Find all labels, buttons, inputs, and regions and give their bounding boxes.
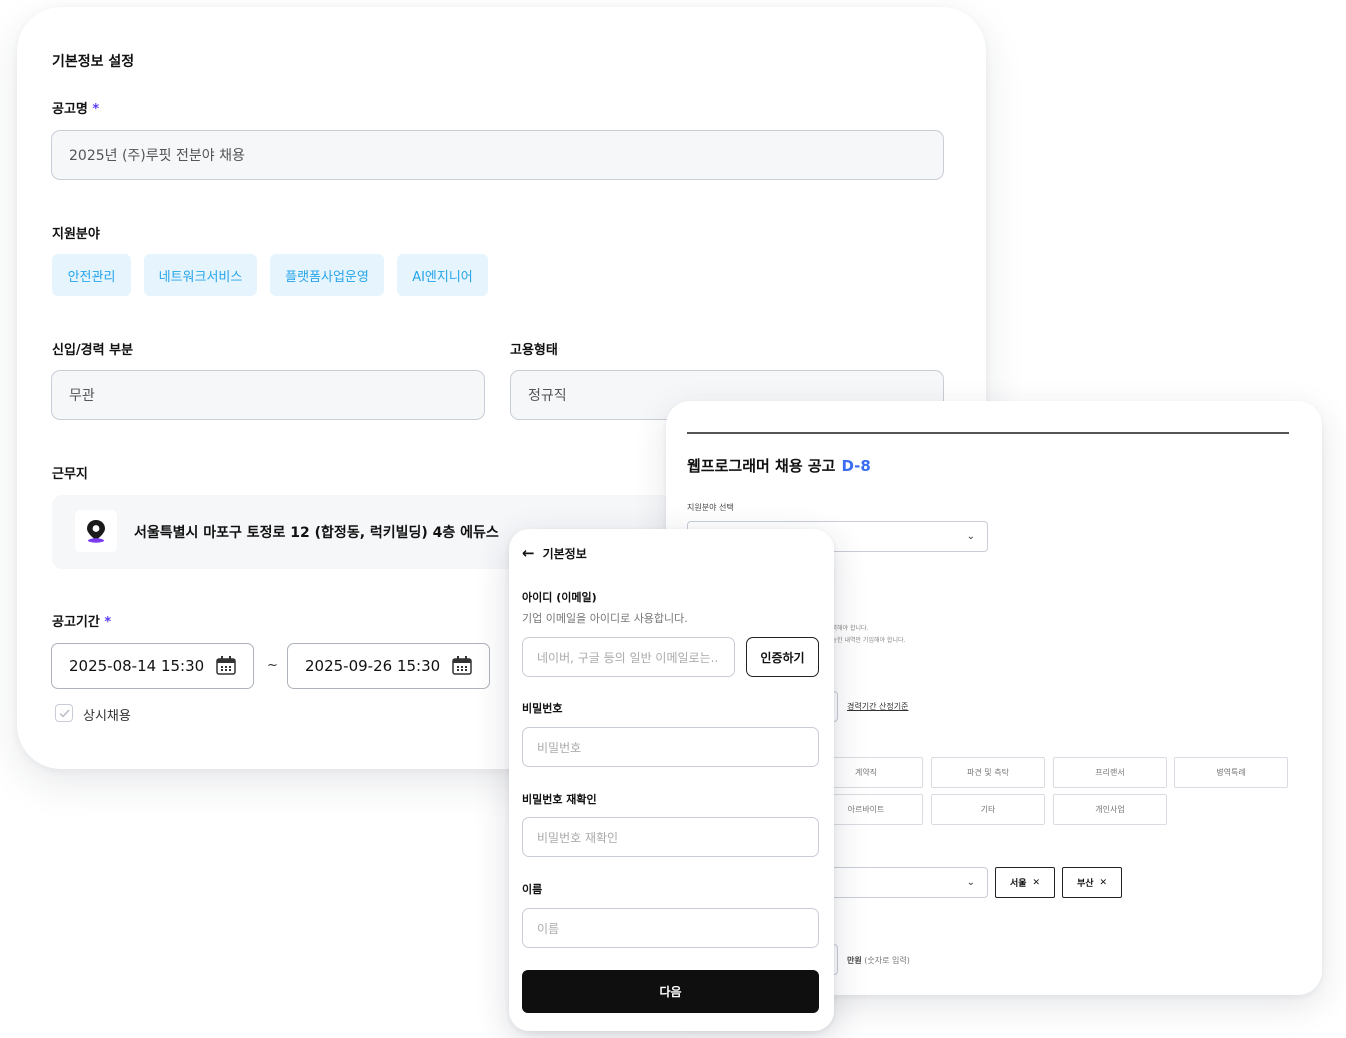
name-placeholder: 이름: [537, 921, 560, 936]
field-chip-ai[interactable]: AI엔지니어: [397, 254, 488, 296]
location-address: 서울특별시 마포구 토정로 12 (합정동, 럭키빌딩) 4층 에듀스: [134, 525, 499, 541]
employment-type-tile[interactable]: 개인사업: [1053, 794, 1167, 825]
end-date-value: 2025-09-26 15:30: [305, 657, 441, 675]
arrow-left-icon[interactable]: ←: [522, 544, 535, 562]
region-tag-label: 서울: [1009, 879, 1027, 889]
title-rule: [687, 432, 1289, 434]
period-label-text: 공고기간: [52, 615, 100, 630]
email-placeholder: 네이버, 구글 등의 일반 이메일로는..: [537, 650, 719, 665]
password-label: 비밀번호: [522, 702, 563, 715]
career-select[interactable]: 무관: [51, 370, 485, 420]
posting-name-value: 2025년 (주)루핏 전분야 채용: [69, 148, 245, 164]
period-label: 공고기간 *: [52, 611, 111, 630]
field-select-label: 지원분야 선택: [687, 503, 734, 512]
posting-name-input[interactable]: 2025년 (주)루핏 전분야 채용: [51, 130, 944, 180]
section-title: 기본정보 설정: [52, 54, 135, 70]
chevron-down-icon: ⌄: [966, 531, 975, 542]
location-label: 근무지: [52, 467, 88, 482]
employment-type-tile[interactable]: 프리랜서: [1053, 757, 1167, 788]
password-confirm-label: 비밀번호 재확인: [522, 793, 597, 806]
employment-label: 고용형태: [510, 343, 558, 358]
employment-value: 정규직: [528, 388, 567, 404]
calendar-icon[interactable]: [452, 656, 472, 676]
employment-type-tile[interactable]: 파견 및 측탁: [931, 757, 1045, 788]
field-chip-network[interactable]: 네트워크서비스: [144, 254, 257, 296]
always-hiring-checkbox[interactable]: [55, 704, 73, 722]
salary-hint: (숫자로 입력): [864, 956, 910, 965]
employment-type-tile[interactable]: 기타: [931, 794, 1045, 825]
required-mark: *: [104, 615, 112, 630]
region-tag-label: 부산: [1076, 879, 1094, 889]
verify-button[interactable]: 인증하기: [746, 637, 819, 677]
id-label: 아이디 (이메일): [522, 591, 597, 604]
career-criteria-link[interactable]: 경력기간 산정기준: [847, 701, 908, 712]
end-date-input[interactable]: 2025-09-26 15:30: [287, 643, 490, 689]
date-separator: ~: [267, 658, 278, 673]
required-mark: *: [92, 102, 100, 117]
name-label: 이름: [522, 883, 543, 896]
salary-unit-text: 만원: [847, 956, 862, 965]
posting-name-label-text: 공고명: [52, 102, 88, 117]
always-hiring-label: 상시채용: [83, 709, 131, 724]
start-date-input[interactable]: 2025-08-14 15:30: [51, 643, 254, 689]
field-chip-safety[interactable]: 안전관리: [52, 254, 131, 296]
name-field[interactable]: 이름: [522, 908, 819, 948]
calendar-icon[interactable]: [216, 656, 236, 676]
close-icon[interactable]: ✕: [1100, 878, 1108, 888]
map-pin-icon: [75, 510, 117, 552]
signup-card: ← 기본정보 아이디 (이메일) 기업 이메일을 아이디로 사용합니다. 네이버…: [509, 529, 834, 1031]
salary-unit: 만원 (숫자로 입력): [847, 955, 910, 966]
dday-badge: D-8: [841, 457, 871, 475]
chevron-down-icon: ⌄: [966, 877, 975, 888]
career-value: 무관: [69, 388, 95, 404]
career-label: 신입/경력 부분: [52, 343, 134, 358]
email-field[interactable]: 네이버, 구글 등의 일반 이메일로는..: [522, 637, 735, 677]
password-placeholder: 비밀번호: [537, 740, 582, 755]
field-chip-platform[interactable]: 플랫폼사업운영: [270, 254, 384, 296]
check-icon: [59, 709, 70, 718]
posting-title: 웹프로그래머 채용 공고 D-8: [687, 455, 871, 476]
back-header[interactable]: ← 기본정보: [522, 544, 587, 562]
id-hint: 기업 이메일을 아이디로 사용합니다.: [522, 612, 688, 625]
fields-label: 지원분야: [52, 227, 100, 242]
password-confirm-field[interactable]: 비밀번호 재확인: [522, 817, 819, 857]
next-button[interactable]: 다음: [522, 970, 819, 1013]
close-icon[interactable]: ✕: [1033, 878, 1041, 888]
employment-type-tile[interactable]: 병역특례: [1174, 757, 1288, 788]
note-line: 가능한 내역만 기입해야 합니다.: [826, 637, 906, 644]
region-tag[interactable]: 서울 ✕: [995, 867, 1055, 898]
back-title: 기본정보: [542, 546, 587, 561]
posting-name-label: 공고명 *: [52, 98, 99, 117]
password-confirm-placeholder: 비밀번호 재확인: [537, 830, 619, 845]
password-field[interactable]: 비밀번호: [522, 727, 819, 767]
start-date-value: 2025-08-14 15:30: [69, 657, 205, 675]
region-tag[interactable]: 부산 ✕: [1062, 867, 1122, 898]
posting-title-text: 웹프로그래머 채용 공고: [687, 457, 836, 475]
